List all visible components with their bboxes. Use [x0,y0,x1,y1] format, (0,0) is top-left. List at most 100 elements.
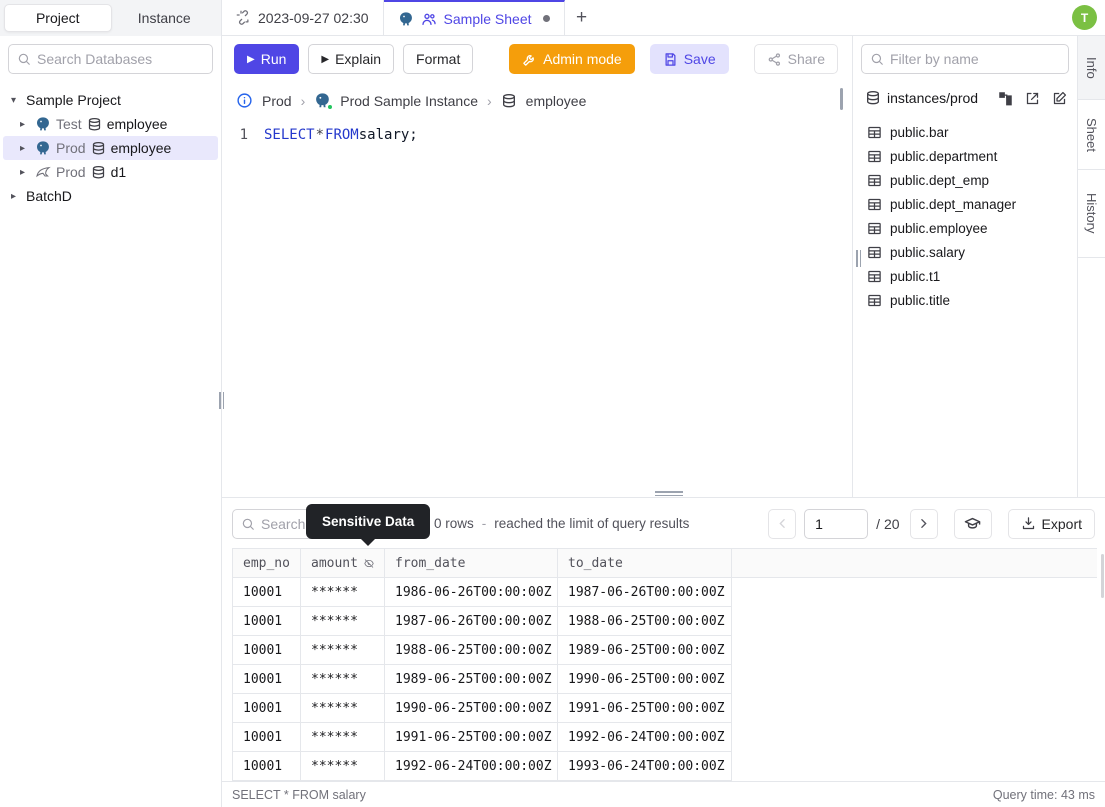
sheet-tab-adhoc[interactable]: 2023-09-27 02:30 [222,0,384,35]
result-cell[interactable]: 10001 [233,607,301,636]
table-list-item[interactable]: public.salary [853,240,1077,264]
table-row[interactable]: 10001 ****** 1988-06-25T00:00:00Z 1989-06-2… [233,636,1097,665]
schema-diagram-icon[interactable] [998,91,1013,106]
sql-editor[interactable]: 1 SELECT * FROM salary; [222,117,852,145]
unsaved-dot [542,15,550,22]
table-row[interactable]: 10001 ****** 1991-06-25T00:00:00Z 1992-06-2… [233,723,1097,752]
result-cell[interactable]: 1989-06-25T00:00:00Z [385,665,558,694]
result-cell[interactable]: ****** [301,578,385,607]
table-row[interactable]: 10001 ****** 1989-06-25T00:00:00Z 1990-06-2… [233,665,1097,694]
result-cell[interactable]: 10001 [233,723,301,752]
result-cell[interactable]: 1989-06-25T00:00:00Z [558,636,732,665]
tree-item-test-employee[interactable]: ▸ Test employee [3,112,218,136]
sheet-tab-sample-sheet[interactable]: Sample Sheet [383,0,565,35]
filter-by-name-input[interactable] [890,51,1060,67]
result-cell[interactable]: 1988-06-25T00:00:00Z [385,636,558,665]
table-row[interactable]: 10001 ****** 1990-06-25T00:00:00Z 1991-06-2… [233,694,1097,723]
eye-off-icon[interactable] [364,557,374,570]
avatar-initial: T [1080,10,1089,25]
horizontal-splitter-handle[interactable] [655,489,683,498]
breadcrumb-environment[interactable]: Prod [262,93,292,109]
breadcrumb-instance[interactable]: Prod Sample Instance [340,93,478,109]
side-tab-history[interactable]: History [1078,170,1105,258]
caret-right-icon[interactable]: ▸ [20,167,30,178]
table-list-item[interactable]: public.dept_emp [853,168,1077,192]
result-cell[interactable]: ****** [301,752,385,781]
tree-item-prod-d1[interactable]: ▸ Prod d1 [3,160,218,184]
result-cell[interactable]: 1990-06-25T00:00:00Z [385,694,558,723]
result-cell[interactable]: 10001 [233,578,301,607]
caret-right-icon[interactable]: ▸ [20,119,30,130]
table-list-item[interactable]: public.bar [853,120,1077,144]
export-button[interactable]: Export [1007,508,1095,539]
admin-mode-button[interactable]: Admin mode [509,44,635,74]
result-cell[interactable]: 10001 [233,636,301,665]
result-cell[interactable]: 1987-06-26T00:00:00Z [558,578,732,607]
table-list-item[interactable]: public.title [853,288,1077,312]
save-button[interactable]: Save [649,44,729,74]
table-list-item[interactable]: public.employee [853,216,1077,240]
table-icon [868,126,881,138]
result-cell[interactable]: 10001 [233,694,301,723]
left-splitter-handle[interactable] [219,392,224,409]
info-icon[interactable] [236,92,253,109]
result-cell[interactable]: 1991-06-25T00:00:00Z [385,723,558,752]
masking-cap-button[interactable] [953,508,992,539]
next-page-button[interactable] [909,508,938,539]
page-number-input[interactable] [804,508,869,539]
search-databases-input[interactable] [37,51,204,67]
explain-button[interactable]: ▶ Explain [308,44,395,74]
column-header[interactable]: emp_no [233,549,301,578]
results-toolbar: 0 rows - reached the limit of query resu… [222,498,1105,546]
prev-page-button[interactable] [768,508,797,539]
breadcrumb-database[interactable]: employee [526,93,587,109]
table-list-item[interactable]: public.department [853,144,1077,168]
result-cell[interactable]: 1986-06-26T00:00:00Z [385,578,558,607]
result-cell[interactable]: ****** [301,723,385,752]
user-avatar[interactable]: T [1072,5,1097,30]
result-cell[interactable]: 1987-06-26T00:00:00Z [385,607,558,636]
side-tab-info[interactable]: Info [1078,36,1105,100]
table-list-item[interactable]: public.dept_manager [853,192,1077,216]
tree-item-batchd[interactable]: ▸ BatchD [3,184,218,208]
table-list-item[interactable]: public.t1 [853,264,1077,288]
run-button[interactable]: ▶ Run [234,44,300,74]
editor-scrollbar[interactable] [840,88,843,110]
results-scrollbar[interactable] [1101,554,1104,598]
edit-icon[interactable] [1052,91,1067,106]
format-button[interactable]: Format [403,44,474,74]
result-cell[interactable]: 1991-06-25T00:00:00Z [558,694,732,723]
result-cell[interactable]: ****** [301,694,385,723]
tree-item-prod-employee[interactable]: ▸ Prod employee [3,136,218,160]
share-button[interactable]: Share [753,44,838,74]
caret-right-icon[interactable]: ▸ [20,143,30,154]
tab-project[interactable]: Project [4,4,112,32]
result-cell[interactable]: 10001 [233,752,301,781]
result-cell[interactable]: 10001 [233,665,301,694]
table-row[interactable]: 10001 ****** 1986-06-26T00:00:00Z 1987-06-2… [233,578,1097,607]
column-header[interactable]: to_date [558,549,732,578]
code-line[interactable]: 1 SELECT * FROM salary; [222,125,852,145]
side-tab-sheet[interactable]: Sheet [1078,100,1105,170]
table-name: public.title [890,292,951,308]
tree-item-sample-project[interactable]: ▾ Sample Project [3,88,218,112]
result-cell[interactable]: ****** [301,665,385,694]
result-cell[interactable]: 1988-06-25T00:00:00Z [558,607,732,636]
tab-instance[interactable]: Instance [112,4,218,32]
right-splitter-handle[interactable] [856,250,861,267]
table-row[interactable]: 10001 ****** 1992-06-24T00:00:00Z 1993-06-2… [233,752,1097,781]
external-link-icon[interactable] [1025,91,1040,106]
result-cell[interactable]: 1990-06-25T00:00:00Z [558,665,732,694]
new-tab-button[interactable]: + [565,0,599,35]
result-cell[interactable]: 1992-06-24T00:00:00Z [558,723,732,752]
column-header[interactable]: from_date [385,549,558,578]
result-cell[interactable]: ****** [301,607,385,636]
table-row[interactable]: 10001 ****** 1987-06-26T00:00:00Z 1988-06-2… [233,607,1097,636]
result-cell[interactable]: 1993-06-24T00:00:00Z [558,752,732,781]
result-cell[interactable]: 1992-06-24T00:00:00Z [385,752,558,781]
result-cell[interactable]: ****** [301,636,385,665]
caret-down-icon[interactable]: ▾ [11,95,21,106]
caret-right-icon[interactable]: ▸ [11,191,21,202]
column-header-masked[interactable]: amount [301,549,385,578]
chevron-right-icon [921,519,927,528]
